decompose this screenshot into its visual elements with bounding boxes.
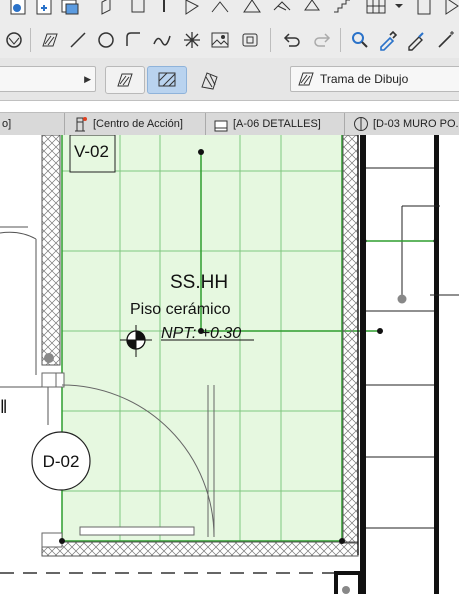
tower-icon (73, 116, 87, 132)
node-point[interactable] (339, 538, 345, 544)
mesh-tool-icon[interactable] (270, 0, 294, 18)
circle-tool-icon[interactable] (94, 28, 118, 52)
eyedropper-icon[interactable] (376, 28, 400, 52)
pencil-tool-icon[interactable] (154, 0, 178, 18)
tab-label: [Centro de Acción] (93, 118, 183, 130)
zone-tool-icon[interactable] (300, 0, 324, 18)
node-point[interactable] (361, 238, 367, 244)
image-tool-icon[interactable] (208, 28, 232, 52)
elevation-tool-icon[interactable] (440, 0, 459, 18)
node-point[interactable] (377, 328, 383, 334)
new-file-icon[interactable] (6, 0, 30, 18)
undo-icon[interactable] (280, 28, 304, 52)
syringe-icon[interactable] (404, 28, 428, 52)
window-tag: V-02 (74, 142, 109, 161)
separator (30, 28, 31, 52)
fill-type-hatch-button[interactable] (147, 66, 187, 94)
chevron-right-icon: ▶ (84, 74, 91, 84)
drawing-tool-icon[interactable] (238, 28, 262, 52)
tab-label: [A-06 DETALLES] (233, 118, 321, 130)
column-tool-icon[interactable] (126, 0, 150, 18)
fill-type-solid-button[interactable] (105, 66, 145, 94)
view-tab-bar: o] [Centro de Acción] [A-06 DETALLES] [D… (0, 112, 459, 136)
grid-bubble-point[interactable] (342, 586, 350, 594)
grid-tool-icon[interactable] (364, 0, 388, 18)
add-file-icon[interactable] (32, 0, 56, 18)
floor-finish[interactable]: Piso cerámico (130, 301, 231, 318)
toolbar-top (0, 0, 459, 23)
door-tag: D-02 (43, 452, 80, 471)
stair-tool-icon[interactable] (330, 0, 354, 18)
left-room-lines (0, 226, 49, 425)
separator (340, 28, 341, 52)
node-point[interactable] (198, 149, 204, 155)
pen-combo[interactable]: ▶ (0, 66, 96, 92)
spline-tool-icon[interactable] (150, 28, 174, 52)
redo-icon[interactable] (310, 28, 334, 52)
node-point[interactable] (433, 238, 439, 244)
dimension-fragment: ǁ (0, 397, 7, 417)
toolbar-drawing-tools (0, 22, 459, 59)
grid-bubble-point[interactable] (397, 294, 407, 304)
layers-icon[interactable] (58, 0, 82, 18)
adjacent-room-lines (366, 167, 459, 529)
fill-combo-value: Trama de Dibujo (320, 72, 409, 86)
tab-label: [D-03 MURO PO... (373, 118, 459, 130)
room-name[interactable]: SS.HH (170, 272, 228, 293)
tab-label: o] (2, 118, 12, 130)
find-select-icon[interactable] (348, 28, 372, 52)
section-tool-icon[interactable] (412, 0, 436, 18)
flag-tool-icon[interactable] (180, 0, 204, 18)
info-box: ▶ Trama de Dibujo (0, 58, 459, 101)
separator (270, 28, 271, 52)
wall-left[interactable] (41, 135, 61, 366)
fill-tool-icon[interactable] (38, 28, 62, 52)
drawing-canvas[interactable]: ǁ V-02 SS.HH Piso cerámico NPT: +0.30 D-… (0, 135, 459, 594)
node-point[interactable] (59, 538, 65, 544)
magic-wand-icon[interactable] (434, 28, 458, 52)
object-tool-icon[interactable] (2, 28, 26, 52)
tab-previous[interactable]: o] (0, 113, 65, 135)
section-marker-icon (353, 116, 369, 132)
polyline-tool-icon[interactable] (122, 28, 146, 52)
tab-action-center[interactable]: [Centro de Acción] (65, 113, 206, 135)
fill-combo[interactable]: Trama de Dibujo (290, 66, 459, 92)
wall-bottom[interactable] (41, 541, 359, 557)
wall-far-right (434, 135, 439, 594)
chevron-down-icon[interactable] (392, 0, 406, 18)
hotspot-tool-icon[interactable] (180, 28, 204, 52)
wall-right-outer (360, 135, 366, 594)
roof-tool-icon[interactable] (208, 0, 232, 18)
morph-tool-icon[interactable] (240, 0, 264, 18)
line-tool-icon[interactable] (66, 28, 90, 52)
tab-a06-detalles[interactable]: [A-06 DETALLES] (206, 113, 345, 135)
tab-d03-muro[interactable]: [D-03 MURO PO... (345, 113, 459, 135)
detail-view-icon (214, 118, 228, 132)
fill-type-gradient-button[interactable] (189, 66, 229, 94)
wall-right[interactable] (342, 135, 359, 544)
wall-tool-icon[interactable] (98, 0, 122, 18)
grid-bubble-point[interactable] (44, 353, 54, 363)
fill-pattern-icon (297, 71, 315, 87)
level-label[interactable]: NPT: +0.30 (161, 325, 241, 342)
